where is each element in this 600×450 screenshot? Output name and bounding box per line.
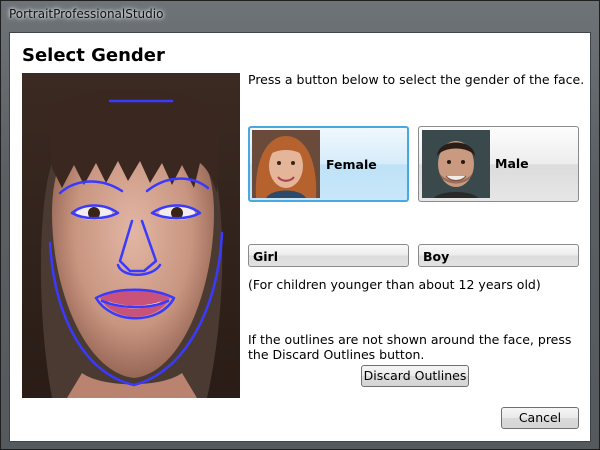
cancel-button[interactable]: Cancel: [501, 407, 579, 429]
window-title: PortraitProfessionalStudio: [9, 7, 164, 21]
male-label: Male: [495, 156, 529, 171]
dialog-window: PortraitProfessionalStudio Select Gender: [0, 0, 600, 450]
dialog-content: Select Gender Press a button below to se…: [9, 32, 591, 442]
discard-instruction: If the outlines are not shown around the…: [248, 332, 572, 362]
female-face-icon: [252, 130, 320, 198]
female-label: Female: [326, 157, 377, 172]
page-title: Select Gender: [22, 45, 165, 66]
children-note: (For children younger than about 12 year…: [248, 277, 541, 292]
girl-button[interactable]: Girl: [248, 244, 409, 267]
discard-outlines-button[interactable]: Discard Outlines: [361, 365, 469, 387]
boy-label: Boy: [423, 249, 450, 264]
male-face-icon: [422, 130, 490, 198]
girl-label: Girl: [253, 249, 278, 264]
male-button[interactable]: Male: [418, 126, 579, 202]
female-button[interactable]: Female: [248, 126, 409, 202]
title-bar[interactable]: PortraitProfessionalStudio: [1, 1, 599, 31]
portrait-image: [22, 73, 240, 398]
instruction-text: Press a button below to select the gende…: [248, 72, 585, 87]
boy-button[interactable]: Boy: [418, 244, 579, 267]
